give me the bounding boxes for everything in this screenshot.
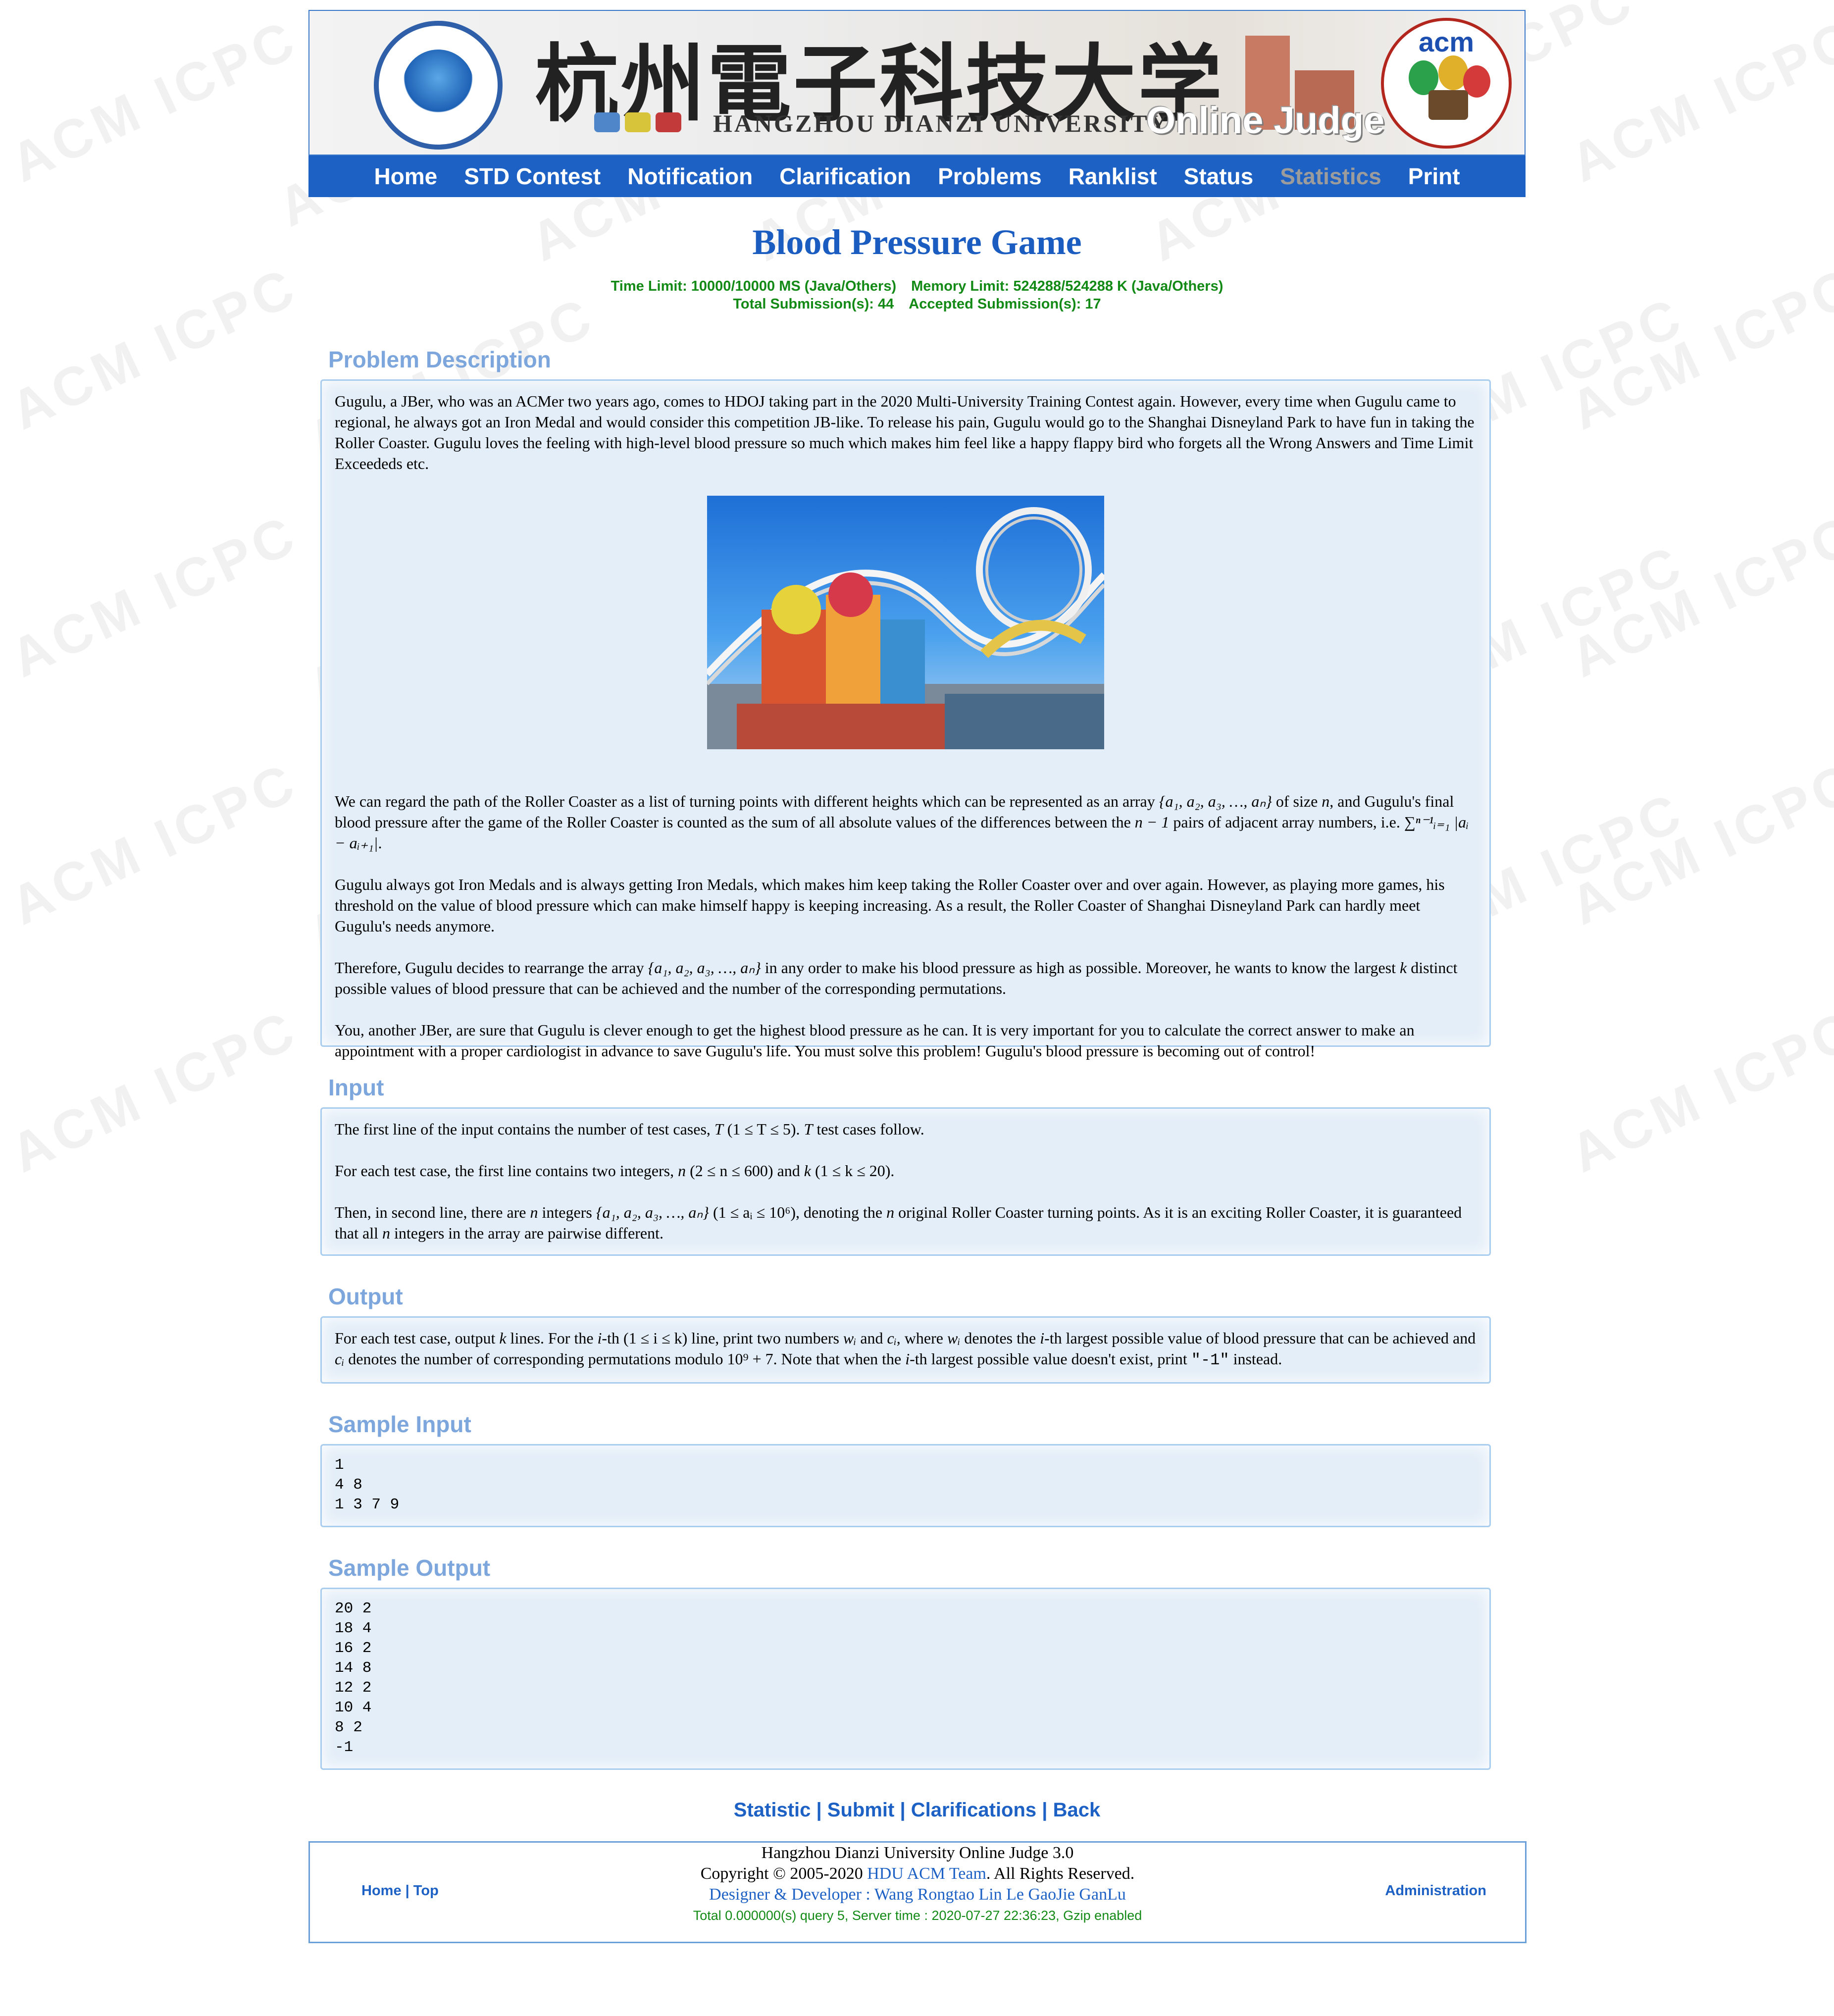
- back-link[interactable]: Back: [1053, 1799, 1101, 1821]
- acm-icpc-logo: acm: [1381, 18, 1512, 149]
- output-panel: For each test case, output k lines. For …: [320, 1316, 1491, 1384]
- description-paragraph: Therefore, Gugulu decides to rearrange t…: [335, 959, 1458, 997]
- problem-title: Blood Pressure Game: [752, 222, 1082, 262]
- banner-decoration-icons: [594, 112, 681, 132]
- section-title-output: Output: [328, 1284, 403, 1309]
- time-limit: Time Limit: 10000/10000 MS (Java/Others): [611, 278, 897, 294]
- nav-home[interactable]: Home: [360, 163, 451, 190]
- page-wrapper: 杭州電子科技大学 HANGZHOU DIANZI UNIVERSITY Onli…: [308, 10, 1527, 1943]
- clarifications-link[interactable]: Clarifications: [911, 1799, 1036, 1821]
- watermark-text: ACM ICPC: [1, 750, 307, 937]
- header-banner: 杭州電子科技大学 HANGZHOU DIANZI UNIVERSITY Onli…: [308, 10, 1526, 155]
- nav-std-contest[interactable]: STD Contest: [451, 163, 614, 190]
- link-separator: |: [811, 1799, 827, 1821]
- description-panel: Gugulu, a JBer, who was an ACMer two yea…: [320, 379, 1491, 1060]
- sample-output-code: 20 2 18 4 16 2 14 8 12 2 10 4 8 2 -1: [335, 1600, 372, 1756]
- nav-clarification[interactable]: Clarification: [766, 163, 924, 190]
- page-footer: Home | Top Hangzhou Dianzi University On…: [308, 1841, 1527, 1943]
- input-panel: The first line of the input contains the…: [320, 1107, 1491, 1256]
- problem-links: Statistic | Submit | Clarifications | Ba…: [308, 1798, 1526, 1822]
- university-english-name: HANGZHOU DIANZI UNIVERSITY: [713, 109, 1169, 137]
- description-paragraph: Gugulu always got Iron Medals and is alw…: [335, 876, 1445, 935]
- problem-limits: Time Limit: 10000/10000 MS (Java/Others)…: [308, 277, 1526, 313]
- sample-input-code: 1 4 8 1 3 7 9: [335, 1456, 400, 1513]
- main-navigation: Home STD Contest Notification Clarificat…: [308, 155, 1526, 197]
- input-line: The first line of the input contains the…: [335, 1120, 924, 1138]
- footer-administration-link[interactable]: Administration: [1385, 1880, 1486, 1901]
- watermark-text: ACM ICPC: [1, 503, 307, 689]
- watermark-text: ACM ICPC: [1, 998, 307, 1185]
- roller-coaster-image: [707, 496, 1104, 749]
- section-title-input: Input: [328, 1075, 384, 1100]
- watermark-text: ACM ICPC: [1561, 998, 1834, 1185]
- input-line: For each test case, the first line conta…: [335, 1162, 895, 1180]
- sample-output-panel: 20 2 18 4 16 2 14 8 12 2 10 4 8 2 -1: [320, 1588, 1491, 1770]
- university-logo: [374, 21, 503, 150]
- description-paragraph: Gugulu, a JBer, who was an ACMer two yea…: [335, 392, 1475, 472]
- input-line: Then, in second line, there are n intege…: [335, 1203, 1462, 1242]
- nav-status[interactable]: Status: [1171, 163, 1267, 190]
- online-judge-title: Online Judge: [1146, 100, 1385, 142]
- memory-limit: Memory Limit: 524288/524288 K (Java/Othe…: [911, 278, 1223, 294]
- watermark-text: ACM ICPC: [1, 255, 307, 442]
- nav-problems[interactable]: Problems: [924, 163, 1055, 190]
- nav-statistics[interactable]: Statistics: [1267, 163, 1395, 190]
- accepted-submissions: Accepted Submission(s): 17: [909, 296, 1101, 312]
- nav-print[interactable]: Print: [1395, 163, 1474, 190]
- acm-team-link[interactable]: HDU ACM Team: [867, 1864, 986, 1883]
- section-title-description: Problem Description: [328, 347, 551, 372]
- nav-notification[interactable]: Notification: [614, 163, 766, 190]
- footer-developers: Designer & Developer : Wang Rongtao Lin …: [709, 1885, 1126, 1904]
- submit-link[interactable]: Submit: [827, 1799, 895, 1821]
- statistic-link[interactable]: Statistic: [734, 1799, 811, 1821]
- output-text: For each test case, output k lines. For …: [335, 1329, 1476, 1369]
- footer-title: Hangzhou Dianzi University Online Judge …: [761, 1844, 1074, 1862]
- watermark-text: ACM ICPC: [1, 7, 307, 194]
- link-separator: |: [1036, 1799, 1053, 1821]
- sample-input-panel: 1 4 8 1 3 7 9: [320, 1444, 1491, 1527]
- nav-ranklist[interactable]: Ranklist: [1055, 163, 1171, 190]
- footer-home-top-link[interactable]: Home | Top: [361, 1880, 439, 1901]
- footer-server-info: Total 0.000000(s) query 5, Server time :…: [693, 1908, 1142, 1923]
- section-title-sample-input: Sample Input: [328, 1411, 471, 1437]
- link-separator: |: [894, 1799, 911, 1821]
- description-paragraph: You, another JBer, are sure that Gugulu …: [335, 1021, 1415, 1060]
- description-paragraph: We can regard the path of the Roller Coa…: [335, 792, 1469, 852]
- footer-copyright: Copyright © 2005-2020 HDU ACM Team. All …: [700, 1864, 1135, 1883]
- section-title-sample-output: Sample Output: [328, 1555, 491, 1581]
- total-submissions: Total Submission(s): 44: [733, 296, 894, 312]
